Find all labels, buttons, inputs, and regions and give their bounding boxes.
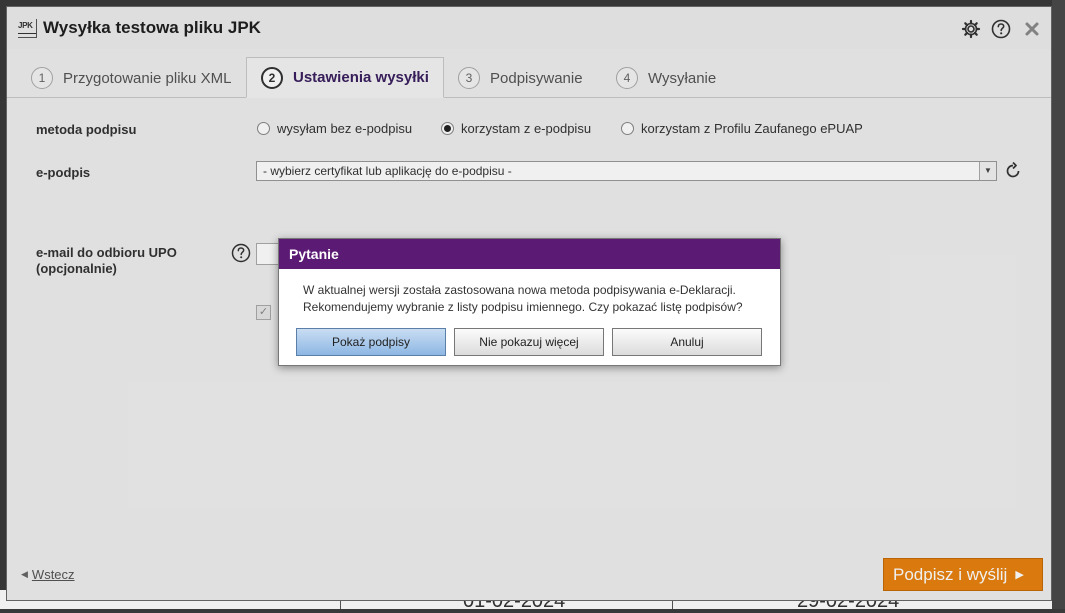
dialog-message-line: W aktualnej wersji została zastosowana n… [303,283,736,297]
dialog-message: W aktualnej wersji została zastosowana n… [303,282,773,316]
cancel-button[interactable]: Anuluj [612,328,762,356]
dialog-message-line: Rekomendujemy wybranie z listy podpisu i… [303,300,743,314]
dont-show-again-button[interactable]: Nie pokazuj więcej [454,328,604,356]
question-dialog: Pytanie W aktualnej wersji została zasto… [278,238,781,366]
show-signatures-button[interactable]: Pokaż podpisy [296,328,446,356]
dialog-title: Pytanie [279,239,780,269]
